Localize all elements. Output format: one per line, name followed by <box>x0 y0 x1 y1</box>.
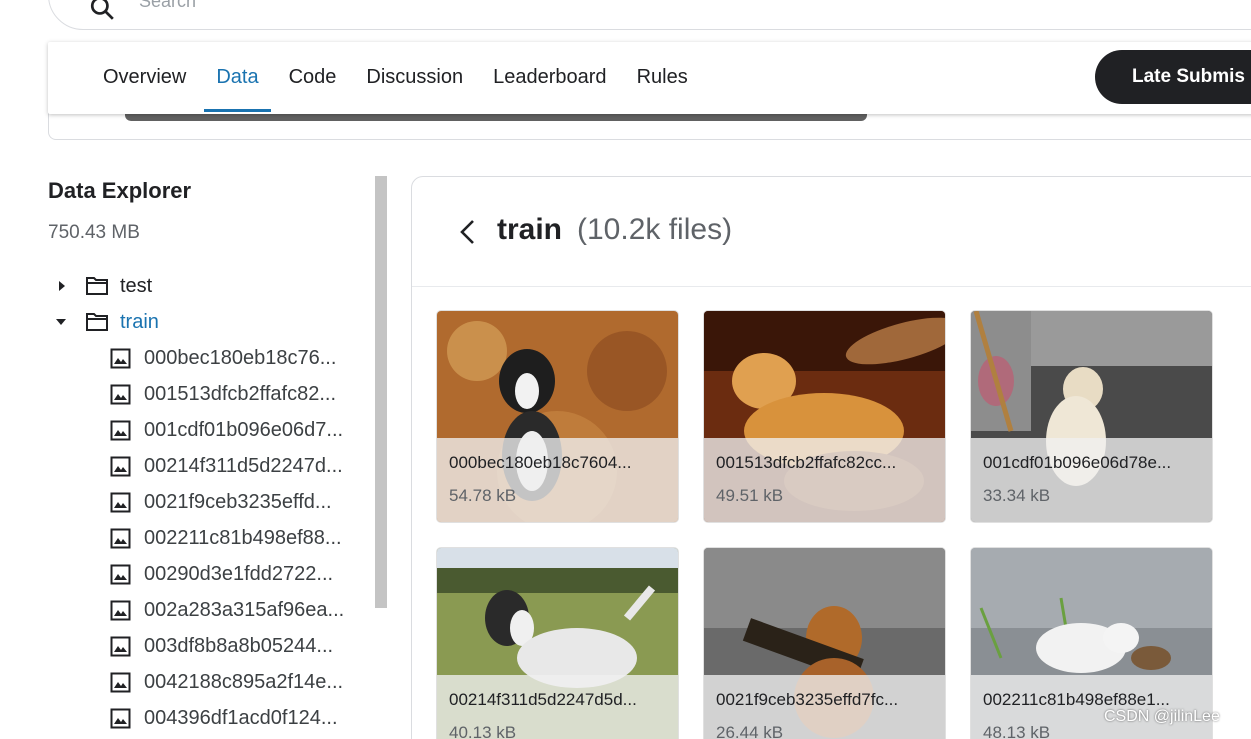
file-label: 002a283a315af96ea... <box>144 599 345 621</box>
file-label: 00290d3e1fdd2722... <box>144 563 334 585</box>
image-card[interactable]: 000bec180eb18c7604... 54.78 kB <box>437 311 678 522</box>
card-file-size: 49.51 kB <box>716 486 784 505</box>
card-file-name: 000bec180eb18c7604... <box>449 453 632 472</box>
tree-file[interactable]: 000bec180eb18c76... <box>48 340 373 376</box>
file-label: 001cdf01b096e06d7... <box>144 419 344 441</box>
tree-file[interactable]: 001513dfcb2ffafc82... <box>48 376 373 412</box>
image-file-icon <box>110 384 131 405</box>
explorer-title: Data Explorer <box>48 178 192 203</box>
image-file-icon <box>110 600 131 621</box>
image-file-icon <box>110 564 131 585</box>
card-caption: 0021f9ceb3235effd7fc... 26.44 kB <box>704 675 945 739</box>
card-caption: 002211c81b498ef88e1... 48.13 kB <box>971 675 1212 739</box>
file-label: 002211c81b498ef88... <box>144 527 342 549</box>
tree-file[interactable]: 003df8b8a8b05244... <box>48 628 373 664</box>
tree-folder-train[interactable]: train <box>48 304 373 340</box>
image-card[interactable]: 001cdf01b096e06d78e... 33.34 kB <box>971 311 1212 522</box>
file-tree: test train 000bec180eb18c76... 001513dfcb… <box>48 268 373 736</box>
image-file-icon <box>110 348 131 369</box>
tree-file[interactable]: 0042188c895a2f14e... <box>48 664 373 700</box>
file-label: 00214f311d5d2247d... <box>144 455 343 477</box>
tree-file[interactable]: 002a283a315af96ea... <box>48 592 373 628</box>
folder-icon <box>86 313 108 331</box>
tree-folder-test[interactable]: test <box>48 268 373 304</box>
folder-icon <box>86 277 108 295</box>
image-file-icon <box>110 708 131 729</box>
card-file-size: 48.13 kB <box>983 723 1051 739</box>
file-label: 000bec180eb18c76... <box>144 347 337 369</box>
file-label: 004396df1acd0f124... <box>144 707 338 729</box>
caret-down-icon[interactable] <box>56 319 66 325</box>
file-label: 0021f9ceb3235effd... <box>144 491 332 513</box>
explorer-scrollbar[interactable] <box>375 176 387 608</box>
tab-overview[interactable]: Overview <box>88 42 201 114</box>
image-file-icon <box>110 672 131 693</box>
image-card[interactable]: 0021f9ceb3235effd7fc... 26.44 kB <box>704 548 945 739</box>
card-file-name: 0021f9ceb3235effd7fc... <box>716 690 899 709</box>
image-file-icon <box>110 456 131 477</box>
tree-file[interactable]: 0021f9ceb3235effd... <box>48 484 373 520</box>
tree-file[interactable]: 004396df1acd0f124... <box>48 700 373 736</box>
panel-title: train <box>497 213 563 246</box>
image-file-icon <box>110 492 131 513</box>
card-caption: 000bec180eb18c7604... 54.78 kB <box>437 438 678 522</box>
file-label: 001513dfcb2ffafc82... <box>144 383 337 405</box>
image-card[interactable]: 00214f311d5d2247d5d... 40.13 kB <box>437 548 678 739</box>
card-file-size: 54.78 kB <box>449 486 517 505</box>
card-caption: 001cdf01b096e06d78e... 33.34 kB <box>971 438 1212 522</box>
late-submission-button[interactable]: Late Submis <box>1095 50 1251 104</box>
card-file-name: 001513dfcb2ffafc82cc... <box>716 453 897 472</box>
folder-label: test <box>120 275 153 297</box>
search-icon <box>90 0 114 20</box>
tree-file[interactable]: 002211c81b498ef88... <box>48 520 373 556</box>
tab-data[interactable]: Data <box>201 42 273 114</box>
search-bar[interactable]: Search <box>48 0 1251 30</box>
tree-file[interactable]: 00214f311d5d2247d... <box>48 448 373 484</box>
file-label: 003df8b8a8b05244... <box>144 635 334 657</box>
tree-file[interactable]: 00290d3e1fdd2722... <box>48 556 373 592</box>
tab-nav: Overview Data Code Discussion Leaderboar… <box>48 42 1251 114</box>
panel-file-count: (10.2k files) <box>577 213 733 246</box>
tab-discussion[interactable]: Discussion <box>351 42 478 114</box>
caret-right-icon[interactable] <box>59 281 65 291</box>
search-input[interactable]: Search <box>139 0 196 12</box>
card-file-size: 40.13 kB <box>449 723 517 739</box>
card-file-size: 33.34 kB <box>983 486 1051 505</box>
tree-file[interactable]: 001cdf01b096e06d7... <box>48 412 373 448</box>
folder-label: train <box>120 311 159 333</box>
card-file-name: 001cdf01b096e06d78e... <box>983 453 1172 472</box>
panel-header: train (10.2k files) <box>412 177 1251 287</box>
card-file-name: 002211c81b498ef88e1... <box>983 690 1170 709</box>
image-file-icon <box>110 420 131 441</box>
card-file-name: 00214f311d5d2247d5d... <box>449 690 637 709</box>
card-file-size: 26.44 kB <box>716 723 784 739</box>
chevron-left-icon[interactable] <box>456 217 478 247</box>
explorer-size: 750.43 MB <box>48 222 140 243</box>
image-file-icon <box>110 528 131 549</box>
card-caption: 00214f311d5d2247d5d... 40.13 kB <box>437 675 678 739</box>
watermark: CSDN @jilinLee <box>1104 708 1220 725</box>
file-label: 0042188c895a2f14e... <box>144 671 344 693</box>
tab-rules[interactable]: Rules <box>622 42 703 114</box>
image-file-icon <box>110 636 131 657</box>
card-caption: 001513dfcb2ffafc82cc... 49.51 kB <box>704 438 945 522</box>
tab-code[interactable]: Code <box>274 42 352 114</box>
image-card[interactable]: 001513dfcb2ffafc82cc... 49.51 kB <box>704 311 945 522</box>
tab-leaderboard[interactable]: Leaderboard <box>478 42 621 114</box>
